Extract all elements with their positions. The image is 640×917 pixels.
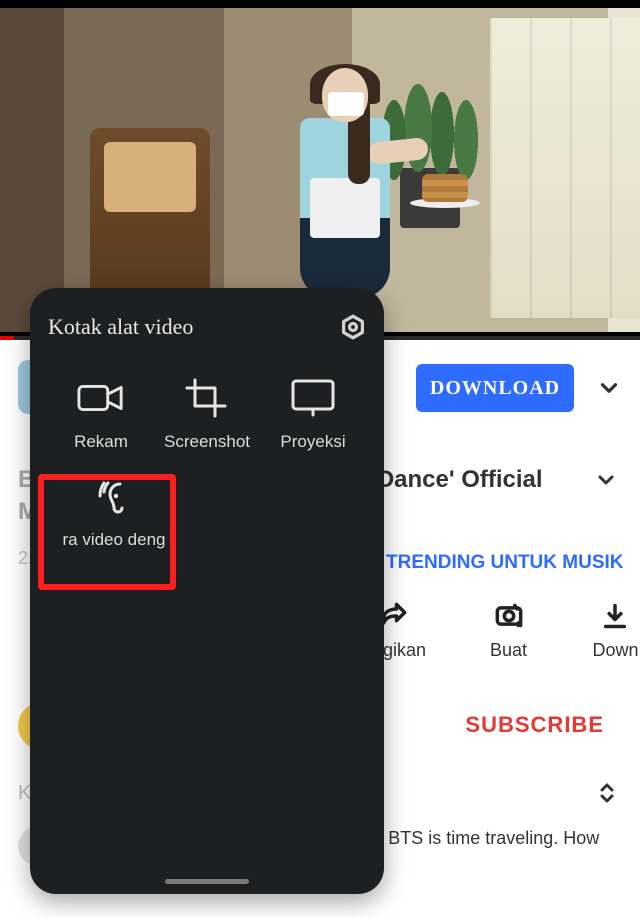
download-label: Down bbox=[592, 640, 638, 661]
cast-tool[interactable]: Proyeksi bbox=[263, 378, 363, 452]
download-action[interactable]: Down bbox=[591, 602, 640, 661]
crop-icon bbox=[183, 378, 231, 418]
record-label: Rekam bbox=[74, 432, 128, 452]
create-button[interactable]: Buat bbox=[484, 602, 533, 661]
cast-label: Proyeksi bbox=[280, 432, 345, 452]
screenshot-tool[interactable]: Screenshot bbox=[157, 378, 257, 452]
scene-person bbox=[260, 68, 400, 318]
camcorder-icon bbox=[77, 378, 125, 418]
subscribe-button[interactable]: SUBSCRIBE bbox=[465, 712, 604, 738]
ear-icon bbox=[90, 478, 138, 518]
sort-toggle-icon[interactable] bbox=[598, 782, 616, 804]
create-label: Buat bbox=[490, 640, 527, 661]
screenshot-label: Screenshot bbox=[164, 432, 250, 452]
video-frame bbox=[0, 8, 640, 332]
scene-window bbox=[490, 18, 640, 318]
home-indicator[interactable] bbox=[165, 879, 249, 884]
download-button[interactable]: DOWNLOAD bbox=[416, 364, 574, 412]
settings-icon[interactable] bbox=[340, 314, 366, 340]
chevron-down-icon[interactable] bbox=[596, 375, 622, 401]
record-tool[interactable]: Rekam bbox=[51, 378, 151, 452]
cast-icon bbox=[289, 378, 337, 418]
trending-link[interactable]: TRENDING UNTUK MUSIK bbox=[386, 552, 624, 574]
screen-root: { "video": { "progress_pct": 2 }, "page"… bbox=[0, 0, 640, 917]
listen-label: ra video deng bbox=[62, 530, 165, 550]
video-toolbox-panel: Kotak alat video Rekam Screenshot bbox=[30, 288, 384, 894]
video-title-accent: Dance' Official bbox=[377, 466, 543, 493]
expand-title-icon[interactable] bbox=[594, 468, 618, 492]
listen-screen-off-tool[interactable]: ra video deng bbox=[48, 478, 180, 550]
scene-jukebox bbox=[90, 128, 210, 298]
toolbox-title: Kotak alat video bbox=[48, 314, 193, 340]
